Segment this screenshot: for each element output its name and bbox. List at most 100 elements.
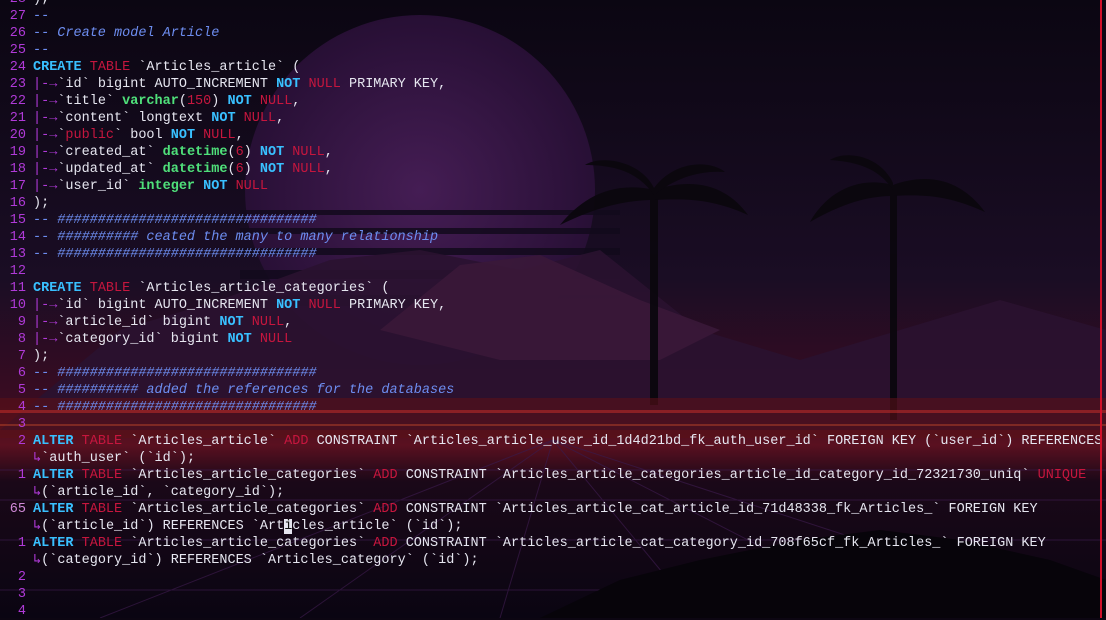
code-token: ↳ — [33, 553, 42, 568]
code-line[interactable]: 15 -- ################################ — [0, 212, 1106, 229]
code-token: |-→ — [33, 94, 58, 109]
line-number: 19 — [9, 145, 26, 160]
line-number: 5 — [17, 383, 26, 398]
code-token: `Articles_article_categories` — [122, 536, 374, 551]
code-line[interactable]: 20 |-→`public` bool NOT NULL, — [0, 127, 1106, 144]
code-line[interactable]: 26 -- Create model Article — [0, 25, 1106, 42]
code-token: NULL — [203, 128, 236, 143]
code-line[interactable]: 3 — [0, 586, 1106, 603]
code-line[interactable]: 25 -- — [0, 42, 1106, 59]
code-text: ALTER TABLE `Articles_article` ADD CONST… — [33, 434, 1102, 449]
code-editor[interactable]: 28);27--26-- Create model Article25--24C… — [0, 0, 1106, 620]
code-token: NOT — [170, 128, 196, 143]
code-token: datetime — [162, 162, 228, 177]
code-token: `article_id` bigint — [57, 315, 220, 330]
code-line[interactable]: ↳(`category_id`) REFERENCES `Articles_ca… — [0, 552, 1106, 569]
code-token: NULL — [235, 179, 268, 194]
code-token: NULL — [308, 298, 341, 313]
code-line[interactable]: 2 — [0, 569, 1106, 586]
code-token: |-→ — [33, 162, 58, 177]
code-token: , — [235, 128, 244, 143]
line-number: 28 — [0, 0, 33, 8]
code-line[interactable]: 1 ALTER TABLE `Articles_article_categorie… — [0, 535, 1106, 552]
code-line[interactable]: ↳(`article_id`) REFERENCES `Articles_art… — [0, 518, 1106, 535]
code-line[interactable]: 22 |-→`title` varchar(150) NOT NULL, — [0, 93, 1106, 110]
code-text: -- ########## ceated the many to many re… — [33, 230, 439, 245]
code-line[interactable]: 5 -- ########## added the references for … — [0, 382, 1106, 399]
code-token: integer — [138, 179, 196, 194]
code-line[interactable]: 27 -- — [0, 8, 1106, 25]
code-token: (`article_id`) REFERENCES `Art — [41, 519, 285, 534]
code-line[interactable]: 10 |-→`id` bigint AUTO_INCREMENT NOT NULL… — [0, 297, 1106, 314]
code-token: , — [324, 145, 333, 160]
line-number: 17 — [9, 179, 26, 194]
code-line[interactable]: 19 |-→`created_at` datetime(6) NOT NULL, — [0, 144, 1106, 161]
code-token: ALTER — [33, 468, 74, 483]
code-token: NULL — [308, 77, 341, 92]
line-number: 7 — [17, 349, 26, 364]
line-number: 1 — [17, 536, 26, 551]
code-token: ↳ — [33, 485, 42, 500]
code-token: NOT — [276, 77, 301, 92]
code-line[interactable]: 16); — [0, 195, 1106, 212]
code-line[interactable]: 4 -- ################################ — [0, 399, 1106, 416]
code-token: , — [292, 94, 301, 109]
line-number: 13 — [9, 247, 26, 262]
code-token: 150 — [186, 94, 212, 109]
line-number: 26 — [9, 26, 26, 41]
code-text: ALTER TABLE `Articles_article_categories… — [33, 468, 1086, 483]
code-line[interactable]: ↳`auth_user` (`id`); — [0, 450, 1106, 467]
code-line[interactable]: 2 ALTER TABLE `Articles_article` ADD CONS… — [0, 433, 1106, 450]
line-number: 6 — [17, 366, 26, 381]
code-text: ↳(`article_id`, `category_id`); — [33, 485, 284, 500]
code-token: `id` bigint AUTO_INCREMENT — [57, 77, 277, 92]
code-text: |-→`id` bigint AUTO_INCREMENT NOT NULL P… — [33, 77, 446, 92]
code-line[interactable]: 14 -- ########## ceated the many to many … — [0, 229, 1106, 246]
code-line[interactable]: 8 |-→`category_id` bigint NOT NULL — [0, 331, 1106, 348]
code-token: TABLE — [89, 281, 131, 296]
code-line[interactable]: 12 — [0, 263, 1106, 280]
code-line[interactable]: 17 |-→`user_id` integer NOT NULL — [0, 178, 1106, 195]
code-text: |-→`title` varchar(150) NOT NULL, — [33, 94, 300, 109]
code-line[interactable]: ↳(`article_id`, `category_id`); — [0, 484, 1106, 501]
code-line[interactable]: 11 CREATE TABLE `Articles_article_categor… — [0, 280, 1106, 297]
line-number: 3 — [17, 587, 26, 602]
line-number: 9 — [17, 315, 26, 330]
code-token: ↳ — [33, 519, 42, 534]
code-token: NOT — [276, 298, 301, 313]
code-line[interactable]: 4 — [0, 603, 1106, 620]
code-line[interactable]: 23 |-→`id` bigint AUTO_INCREMENT NOT NULL… — [0, 76, 1106, 93]
code-token: `title` — [57, 94, 123, 109]
code-line[interactable]: 6 -- ################################ — [0, 365, 1106, 382]
code-line[interactable]: 18 |-→`updated_at` datetime(6) NOT NULL, — [0, 161, 1106, 178]
code-token: |-→ — [33, 179, 58, 194]
code-line[interactable]: 24 CREATE TABLE `Articles_article` ( — [0, 59, 1106, 76]
code-token: CONSTRAINT `Articles_article_cat_article… — [397, 502, 1038, 517]
code-token: `updated_at` — [57, 162, 163, 177]
code-token: NULL — [243, 111, 277, 126]
code-line[interactable]: 1 ALTER TABLE `Articles_article_categorie… — [0, 467, 1106, 484]
code-line[interactable]: 21 |-→`content` longtext NOT NULL, — [0, 110, 1106, 127]
code-text: ALTER TABLE `Articles_article_categories… — [33, 502, 1038, 517]
code-token: PRIMARY KEY, — [340, 298, 447, 313]
code-token: , — [284, 315, 293, 330]
code-line[interactable]: 28); — [0, 0, 1106, 8]
line-number: 18 — [9, 162, 26, 177]
code-line[interactable]: 3 — [0, 416, 1106, 433]
code-line[interactable]: 7); — [0, 348, 1106, 365]
code-token: |-→ — [33, 111, 58, 126]
code-token: CONSTRAINT `Articles_article_user_id_1d4… — [308, 434, 1103, 449]
code-line[interactable]: 9 |-→`article_id` bigint NOT NULL, — [0, 314, 1106, 331]
code-text: -- ########## added the references for t… — [33, 383, 455, 398]
code-line[interactable]: 13 -- ################################ — [0, 246, 1106, 263]
line-number: 3 — [17, 417, 26, 432]
code-token: `user_id` — [57, 179, 139, 194]
code-line[interactable]: 65 ALTER TABLE `Articles_article_categori… — [0, 501, 1106, 518]
